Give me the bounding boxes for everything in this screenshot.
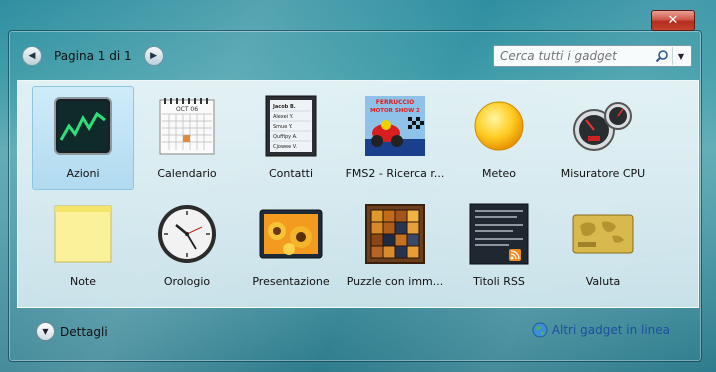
gadget-misuratore-cpu[interactable]: Misuratore CPU (552, 86, 654, 190)
close-icon: ✕ (667, 13, 679, 28)
toolbar: ◀ Pagina 1 di 1 ▶ ▼ (16, 42, 698, 72)
gadget-label: Azioni (66, 167, 100, 180)
gadget-puzzle[interactable]: Puzzle con imm... (344, 194, 446, 298)
globe-icon (532, 322, 548, 338)
rss-icon (462, 201, 536, 267)
gadget-label: Calendario (157, 167, 217, 180)
contact-name: Quffipy A. (273, 134, 298, 140)
contact-name: Smue Y. (273, 124, 293, 130)
gadget-orologio[interactable]: Orologio (136, 194, 238, 298)
weather-sun-icon (462, 93, 536, 159)
gadget-azioni[interactable]: Azioni (32, 86, 134, 190)
gadget-grid: Azioni OCT 06 Calendario Jacob B. Alexei… (22, 86, 704, 301)
contact-name: Cjowee V. (273, 144, 298, 150)
footer: ▼ Dettagli Altri gadget in linea (16, 314, 698, 350)
gadget-label: Valuta (585, 275, 621, 288)
pager: ◀ Pagina 1 di 1 ▶ (22, 44, 164, 68)
gadget-calendario[interactable]: OCT 06 Calendario (136, 86, 238, 190)
gadget-label: Contatti (268, 167, 314, 180)
search-icon[interactable] (652, 47, 672, 65)
contacts-icon: Jacob B. Alexei Y. Smue Y. Quffipy A. Cj… (254, 93, 328, 159)
next-page-button[interactable]: ▶ (143, 46, 164, 66)
calendar-icon: OCT 06 (150, 93, 224, 159)
gadget-label: Titoli RSS (473, 275, 525, 288)
gadget-note[interactable]: Note (32, 194, 134, 298)
gadget-label: Presentazione (252, 275, 330, 288)
stocks-icon (46, 93, 120, 159)
slideshow-icon (254, 201, 328, 267)
chevron-right-icon: ▶ (150, 51, 158, 61)
motor-show-icon: FERRUCCIO MOTOR SHOW 2 (358, 93, 432, 159)
gadget-titoli-rss[interactable]: Titoli RSS (448, 194, 550, 298)
clock-icon (150, 201, 224, 267)
search-dropdown-button[interactable]: ▼ (672, 47, 689, 65)
gadget-label: Note (69, 275, 97, 288)
details-toggle[interactable]: ▼ Dettagli (36, 322, 108, 341)
gadget-contatti[interactable]: Jacob B. Alexei Y. Smue Y. Quffipy A. Cj… (240, 86, 342, 190)
details-label: Dettagli (60, 324, 108, 339)
previous-page-button[interactable]: ◀ (22, 46, 42, 66)
contact-name: Alexei Y. (273, 114, 294, 120)
search-box: ▼ (493, 45, 692, 67)
more-gadgets-online-link[interactable]: Altri gadget in linea (532, 322, 670, 338)
cpu-meter-icon (566, 93, 640, 159)
sticky-note-icon (46, 201, 120, 267)
gadget-label: Meteo (481, 167, 517, 180)
chevron-down-icon: ▼ (36, 322, 55, 341)
close-button[interactable]: ✕ (651, 10, 695, 31)
gadget-label: Orologio (163, 275, 211, 288)
calendar-month: OCT 06 (176, 106, 198, 113)
gadget-panel: Azioni OCT 06 Calendario Jacob B. Alexei… (17, 80, 699, 308)
gadget-label: Puzzle con imm... (346, 275, 444, 288)
chevron-down-icon: ▼ (677, 51, 685, 61)
gadget-presentazione[interactable]: Presentazione (240, 194, 342, 298)
search-input[interactable] (494, 48, 652, 64)
gadget-valuta[interactable]: Valuta (552, 194, 654, 298)
gadget-label: FMS2 - Ricerca r... (345, 167, 445, 180)
page-indicator: Pagina 1 di 1 (54, 49, 132, 63)
gadget-fms2[interactable]: FERRUCCIO MOTOR SHOW 2 FMS2 - Ricerca r.… (344, 86, 446, 190)
banner-line: FERRUCCIO (376, 99, 414, 106)
puzzle-icon (358, 201, 432, 267)
currency-icon (566, 201, 640, 267)
more-gadgets-label: Altri gadget in linea (551, 323, 670, 337)
gadget-meteo[interactable]: Meteo (448, 86, 550, 190)
banner-line: MOTOR SHOW 2 (370, 108, 420, 114)
contact-name: Jacob B. (272, 104, 296, 110)
gadget-label: Misuratore CPU (560, 167, 646, 180)
chevron-left-icon: ◀ (28, 51, 36, 61)
